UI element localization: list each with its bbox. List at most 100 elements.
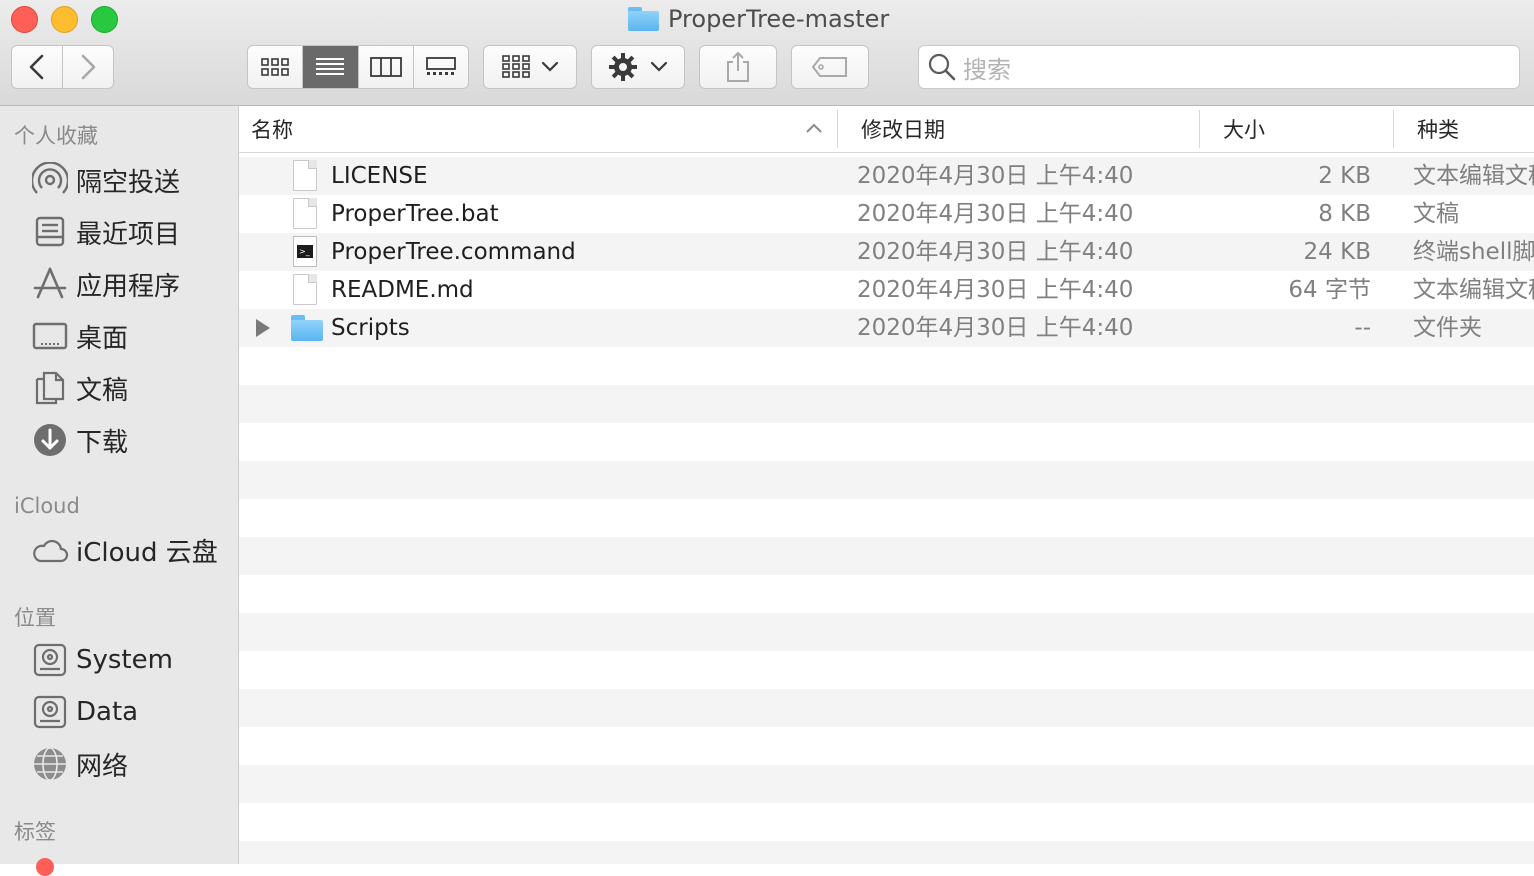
empty-row xyxy=(239,651,1534,689)
column-header-name[interactable]: 名称 xyxy=(251,106,293,152)
sidebar-item-icloud-drive[interactable]: iCloud 云盘 xyxy=(30,530,218,570)
document-icon xyxy=(293,198,321,230)
file-name: ProperTree.bat xyxy=(331,201,499,227)
empty-row xyxy=(239,689,1534,727)
share-button[interactable] xyxy=(699,45,777,89)
sidebar-item-label: 桌面 xyxy=(76,323,129,354)
empty-row xyxy=(239,385,1534,423)
empty-row xyxy=(239,347,1534,385)
sidebar-item-network[interactable]: 网络 xyxy=(30,744,128,784)
document-icon xyxy=(293,160,321,192)
file-kind: 文稿 xyxy=(1413,201,1459,227)
back-button[interactable] xyxy=(12,46,63,88)
action-menu-button[interactable] xyxy=(591,45,685,89)
search-placeholder: 搜索 xyxy=(963,55,1011,84)
empty-row xyxy=(239,461,1534,499)
close-window-button[interactable] xyxy=(11,6,38,33)
sidebar-item-data[interactable]: Data xyxy=(30,692,138,732)
sidebar-item-label: 应用程序 xyxy=(76,271,181,302)
terminal-script-icon: >_ xyxy=(293,236,321,268)
file-size: -- xyxy=(1354,315,1371,341)
minimize-window-button[interactable] xyxy=(51,6,78,33)
file-row[interactable]: LICENSE 2020年4月30日 上午4:40 2 KB 文本编辑文稿 xyxy=(239,157,1534,195)
column-header-date[interactable]: 修改日期 xyxy=(861,106,945,152)
edit-tags-button[interactable] xyxy=(791,45,869,89)
file-row[interactable]: ProperTree.bat 2020年4月30日 上午4:40 8 KB 文稿 xyxy=(239,195,1534,233)
document-icon xyxy=(293,274,321,306)
sidebar-header-favorites: 个人收藏 xyxy=(14,124,98,148)
airdrop-icon xyxy=(30,160,70,200)
window-title-text: ProperTree-master xyxy=(668,5,890,33)
hard-drive-icon xyxy=(30,640,70,680)
folder-icon xyxy=(291,315,323,341)
sidebar-item-applications[interactable]: 应用程序 xyxy=(30,264,180,304)
empty-row xyxy=(239,537,1534,575)
file-name: ProperTree.command xyxy=(331,239,576,265)
file-date: 2020年4月30日 上午4:40 xyxy=(857,239,1134,265)
sidebar-item-desktop[interactable]: 桌面 xyxy=(30,316,128,356)
sidebar-item-label: iCloud 云盘 xyxy=(76,537,218,568)
file-kind: 文本编辑文稿 xyxy=(1413,277,1534,303)
chevron-right-icon xyxy=(81,54,96,80)
file-list: LICENSE 2020年4月30日 上午4:40 2 KB 文本编辑文稿 Pr… xyxy=(239,157,1534,864)
sidebar-header-locations: 位置 xyxy=(14,606,56,630)
recents-icon xyxy=(30,212,70,252)
sidebar-item-system[interactable]: System xyxy=(30,640,173,680)
sidebar-item-label: 网络 xyxy=(76,751,129,782)
sort-ascending-icon xyxy=(806,123,822,133)
empty-row xyxy=(239,727,1534,765)
downloads-icon xyxy=(30,420,70,460)
file-size: 2 KB xyxy=(1318,163,1371,189)
file-name: Scripts xyxy=(331,315,410,341)
window-title: ProperTree-master xyxy=(628,4,889,34)
chevron-left-icon xyxy=(29,54,44,80)
sidebar-item-label: 文稿 xyxy=(76,375,129,406)
icon-grid-icon xyxy=(261,58,289,76)
list-icon xyxy=(316,58,345,75)
empty-row xyxy=(239,765,1534,803)
empty-row xyxy=(239,803,1534,841)
sidebar-item-label: 下载 xyxy=(76,427,129,458)
gallery-icon xyxy=(425,57,456,75)
empty-row xyxy=(239,575,1534,613)
window-toolbar: ProperTree-master 搜索 xyxy=(0,0,1534,106)
search-field[interactable]: 搜索 xyxy=(918,45,1520,89)
gear-icon xyxy=(609,53,637,81)
gallery-view-button[interactable] xyxy=(414,46,468,88)
tag-color-dot[interactable] xyxy=(36,858,54,876)
column-view-button[interactable] xyxy=(359,46,414,88)
group-by-button[interactable] xyxy=(483,45,577,89)
file-date: 2020年4月30日 上午4:40 xyxy=(857,201,1134,227)
column-header-kind[interactable]: 种类 xyxy=(1417,106,1459,152)
desktop-icon xyxy=(30,316,70,356)
file-kind: 终端shell脚本 xyxy=(1413,239,1534,265)
file-date: 2020年4月30日 上午4:40 xyxy=(857,163,1134,189)
column-header-size[interactable]: 大小 xyxy=(1223,106,1265,152)
sidebar-item-documents[interactable]: 文稿 xyxy=(30,368,128,408)
file-row[interactable]: Scripts 2020年4月30日 上午4:40 -- 文件夹 xyxy=(239,309,1534,347)
hard-drive-icon xyxy=(30,692,70,732)
icon-view-button[interactable] xyxy=(248,46,304,88)
file-kind: 文本编辑文稿 xyxy=(1413,163,1534,189)
sidebar-item-downloads[interactable]: 下载 xyxy=(30,420,128,460)
file-row[interactable]: README.md 2020年4月30日 上午4:40 64 字节 文本编辑文稿 xyxy=(239,271,1534,309)
file-size: 64 字节 xyxy=(1288,277,1371,303)
sidebar-header-tags: 标签 xyxy=(14,820,56,844)
zoom-window-button[interactable] xyxy=(91,6,118,33)
network-globe-icon xyxy=(30,744,70,784)
documents-icon xyxy=(30,368,70,408)
sidebar-item-airdrop[interactable]: 隔空投送 xyxy=(30,160,180,200)
chevron-down-icon xyxy=(541,61,559,72)
list-view-button[interactable] xyxy=(303,46,359,88)
sidebar-item-recents[interactable]: 最近项目 xyxy=(30,212,180,252)
tag-icon xyxy=(811,57,847,77)
file-kind: 文件夹 xyxy=(1413,315,1482,341)
disclosure-triangle-icon[interactable] xyxy=(256,319,270,337)
nav-back-forward xyxy=(11,45,114,89)
file-row[interactable]: >_ ProperTree.command 2020年4月30日 上午4:40 … xyxy=(239,233,1534,271)
view-mode-selector xyxy=(247,45,469,89)
sidebar-header-icloud: iCloud xyxy=(14,494,80,518)
forward-button[interactable] xyxy=(63,46,113,88)
empty-row xyxy=(239,841,1534,864)
empty-row xyxy=(239,499,1534,537)
